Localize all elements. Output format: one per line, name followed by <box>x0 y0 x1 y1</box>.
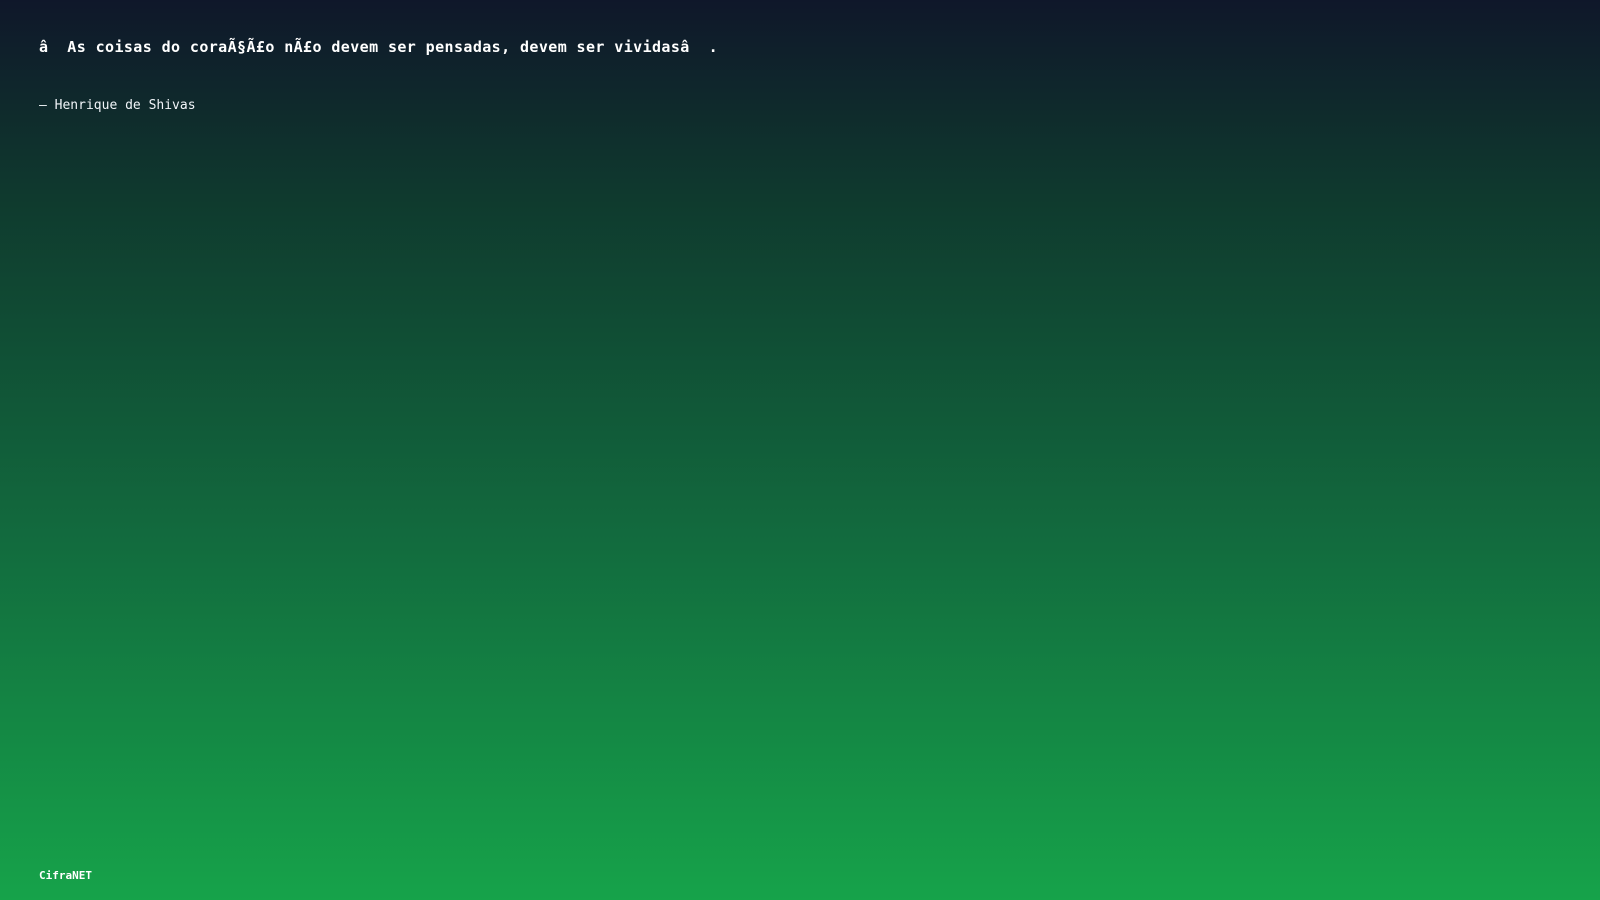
quote-author: – Henrique de Shivas <box>39 98 196 113</box>
brand-label: CifraNET <box>39 869 92 882</box>
quote-text: â As coisas do coraÃ§Ã£o nÃ£o devem ser … <box>39 38 719 56</box>
